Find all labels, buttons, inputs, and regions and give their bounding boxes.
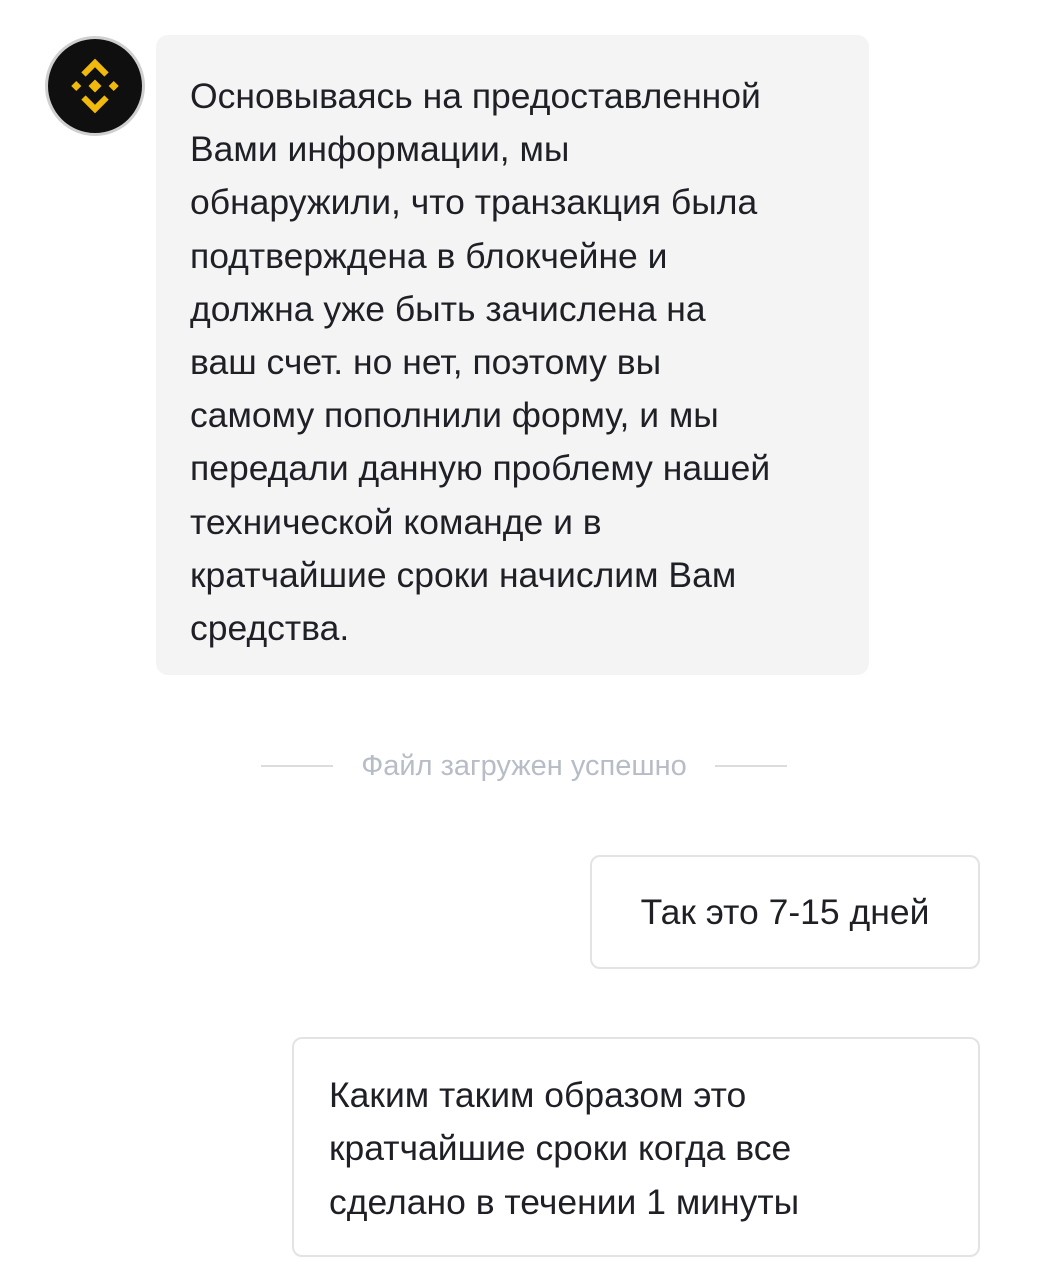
user-message-text: Так это 7-15 дней bbox=[640, 891, 930, 932]
user-message-bubble: Так это 7-15 дней bbox=[590, 855, 980, 969]
user-message-bubble: Каким таким образом это кратчайшие сроки… bbox=[292, 1037, 980, 1257]
agent-message-bubble: Основываясь на предоставленной Вами инфо… bbox=[156, 35, 869, 675]
binance-logo-icon bbox=[71, 58, 119, 114]
agent-avatar bbox=[45, 36, 145, 136]
agent-message-text: Основываясь на предоставленной Вами инфо… bbox=[190, 76, 771, 649]
file-uploaded-notice: Файл загружен успешно bbox=[234, 744, 814, 788]
chat-thread: Основываясь на предоставленной Вами инфо… bbox=[0, 0, 1048, 1280]
user-message-text: Каким таким образом это кратчайшие сроки… bbox=[329, 1075, 800, 1222]
file-uploaded-label: Файл загружен успешно bbox=[361, 749, 687, 782]
divider-right bbox=[714, 765, 787, 767]
divider-left bbox=[261, 765, 334, 767]
